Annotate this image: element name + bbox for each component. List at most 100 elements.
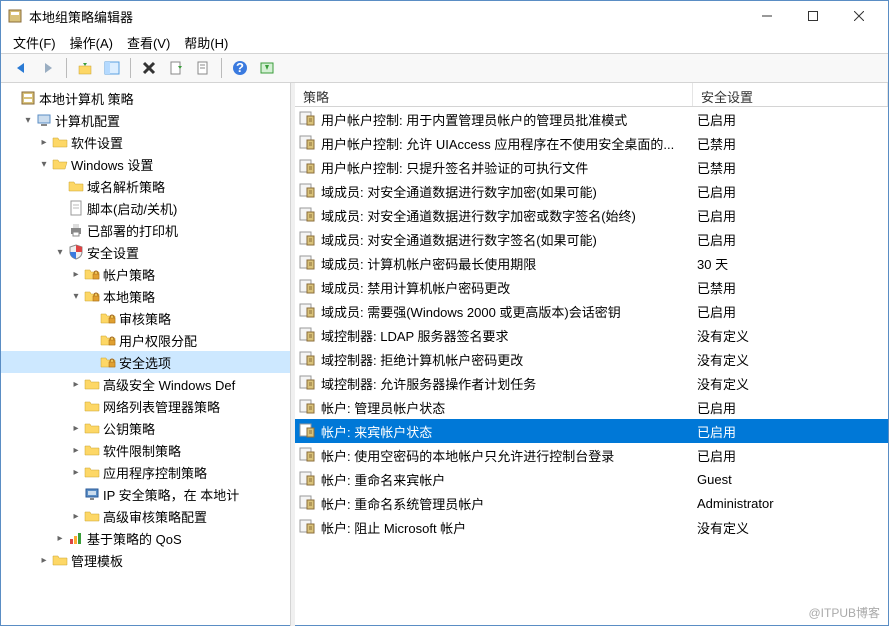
- tree-audit-policy[interactable]: 审核策略: [1, 307, 290, 329]
- show-hide-tree-button[interactable]: [100, 56, 124, 80]
- tree-caret-icon[interactable]: ▾: [21, 115, 35, 126]
- policy-row[interactable]: 域成员: 计算机帐户密码最长使用期限30 天: [295, 251, 888, 275]
- tree-root[interactable]: 本地计算机 策略: [1, 87, 290, 109]
- tree-caret-icon[interactable]: ▸: [69, 379, 83, 390]
- policy-value: 已禁用: [691, 158, 888, 177]
- tree-adv-firewall[interactable]: ▸高级安全 Windows Def: [1, 373, 290, 395]
- tree-software-settings[interactable]: ▸软件设置: [1, 131, 290, 153]
- tree-public-key[interactable]: ▸公钥策略: [1, 417, 290, 439]
- policy-name: 域控制器: 允许服务器操作者计划任务: [321, 374, 691, 393]
- maximize-button[interactable]: [790, 1, 836, 31]
- tree-software-restrict[interactable]: ▸软件限制策略: [1, 439, 290, 461]
- policy-row[interactable]: 域控制器: 允许服务器操作者计划任务没有定义: [295, 371, 888, 395]
- window-buttons: [744, 1, 882, 31]
- tree-caret-icon[interactable]: ▸: [37, 555, 51, 566]
- back-button[interactable]: [9, 56, 33, 80]
- policy-row[interactable]: 域成员: 对安全通道数据进行数字加密或数字签名(始终)已启用: [295, 203, 888, 227]
- menu-help[interactable]: 帮助(H): [184, 33, 228, 52]
- policy-name: 域成员: 禁用计算机帐户密码更改: [321, 278, 691, 297]
- policy-row[interactable]: 帐户: 重命名系统管理员帐户Administrator: [295, 491, 888, 515]
- policy-item-icon: [299, 326, 317, 344]
- tree-user-rights[interactable]: 用户权限分配: [1, 329, 290, 351]
- tree-node-icon: [19, 89, 37, 107]
- policy-value: 没有定义: [691, 326, 888, 345]
- policy-row[interactable]: 帐户: 阻止 Microsoft 帐户没有定义: [295, 515, 888, 539]
- policy-value: 已启用: [691, 182, 888, 201]
- policy-item-icon: [299, 518, 317, 536]
- policy-row[interactable]: 域控制器: LDAP 服务器签名要求没有定义: [295, 323, 888, 347]
- col-setting[interactable]: 安全设置: [693, 83, 888, 106]
- menu-action[interactable]: 操作(A): [70, 33, 113, 52]
- col-policy[interactable]: 策略: [295, 83, 693, 106]
- tree-account-policy[interactable]: ▸帐户策略: [1, 263, 290, 285]
- tree-node-icon: [51, 551, 69, 569]
- policy-name: 帐户: 阻止 Microsoft 帐户: [321, 518, 691, 537]
- tree-adv-audit[interactable]: ▸ 高级审核策略配置: [1, 505, 290, 527]
- policy-row[interactable]: 域成员: 禁用计算机帐户密码更改已禁用: [295, 275, 888, 299]
- tree-node-label: 安全设置: [87, 243, 139, 262]
- properties-button[interactable]: [191, 56, 215, 80]
- policy-row[interactable]: 帐户: 来宾帐户状态已启用: [295, 419, 888, 443]
- policy-value: 已禁用: [691, 278, 888, 297]
- forward-button[interactable]: [36, 56, 60, 80]
- filter-button[interactable]: [255, 56, 279, 80]
- policy-row[interactable]: 域成员: 需要强(Windows 2000 或更高版本)会话密钥已启用: [295, 299, 888, 323]
- up-button[interactable]: [73, 56, 97, 80]
- tree-node-icon: [67, 221, 85, 239]
- tree-windows-settings[interactable]: ▾Windows 设置: [1, 153, 290, 175]
- tree-ipsec[interactable]: IP 安全策略，在 本地计: [1, 483, 290, 505]
- tree-network-list[interactable]: 网络列表管理器策略: [1, 395, 290, 417]
- policy-row[interactable]: 域控制器: 拒绝计算机帐户密码更改没有定义: [295, 347, 888, 371]
- policy-name: 域成员: 计算机帐户密码最长使用期限: [321, 254, 691, 273]
- policy-item-icon: [299, 350, 317, 368]
- policy-name: 域成员: 对安全通道数据进行数字加密或数字签名(始终): [321, 206, 691, 225]
- tree-node-icon: [83, 463, 101, 481]
- list-pane[interactable]: 策略 安全设置 用户帐户控制: 用于内置管理员帐户的管理员批准模式已启用用户帐户…: [295, 83, 888, 626]
- policy-row[interactable]: 用户帐户控制: 允许 UIAccess 应用程序在不使用安全桌面的...已禁用: [295, 131, 888, 155]
- tree-caret-icon[interactable]: ▸: [69, 511, 83, 522]
- tree-scripts[interactable]: 脚本(启动/关机): [1, 197, 290, 219]
- tree-caret-icon[interactable]: ▸: [37, 137, 51, 148]
- tree-caret-icon[interactable]: ▸: [53, 533, 67, 544]
- tree-printers[interactable]: 已部署的打印机: [1, 219, 290, 241]
- policy-row[interactable]: 用户帐户控制: 用于内置管理员帐户的管理员批准模式已启用: [295, 107, 888, 131]
- tree-qos[interactable]: ▸ 基于策略的 QoS: [1, 527, 290, 549]
- policy-row[interactable]: 帐户: 管理员帐户状态已启用: [295, 395, 888, 419]
- tree-node-label: 高级审核策略配置: [103, 507, 207, 526]
- tree-pane[interactable]: 本地计算机 策略▾计算机配置▸软件设置▾Windows 设置域名解析策略脚本(启…: [1, 83, 291, 626]
- tree-node-icon: [83, 397, 101, 415]
- tree-caret-icon[interactable]: ▾: [37, 159, 51, 170]
- tree-node-label: 已部署的打印机: [87, 221, 178, 240]
- tree-caret-icon[interactable]: ▾: [69, 291, 83, 302]
- policy-row[interactable]: 用户帐户控制: 只提升签名并验证的可执行文件已禁用: [295, 155, 888, 179]
- tree-node-icon: [83, 441, 101, 459]
- policy-row[interactable]: 域成员: 对安全通道数据进行数字加密(如果可能)已启用: [295, 179, 888, 203]
- policy-value: Administrator: [691, 496, 888, 511]
- tree-caret-icon[interactable]: ▸: [69, 467, 83, 478]
- tree-caret-icon[interactable]: ▸: [69, 445, 83, 456]
- delete-button[interactable]: [137, 56, 161, 80]
- tree-admin-templates[interactable]: ▸管理模板: [1, 549, 290, 571]
- menu-view[interactable]: 查看(V): [127, 33, 170, 52]
- menu-file[interactable]: 文件(F): [13, 33, 56, 52]
- export-button[interactable]: [164, 56, 188, 80]
- help-button[interactable]: ?: [228, 56, 252, 80]
- policy-row[interactable]: 帐户: 使用空密码的本地帐户只允许进行控制台登录已启用: [295, 443, 888, 467]
- title-bar: 本地组策略编辑器: [1, 1, 888, 31]
- tree-app-control[interactable]: ▸应用程序控制策略: [1, 461, 290, 483]
- policy-row[interactable]: 帐户: 重命名来宾帐户Guest: [295, 467, 888, 491]
- policy-row[interactable]: 域成员: 对安全通道数据进行数字签名(如果可能)已启用: [295, 227, 888, 251]
- tree-node-label: 基于策略的 QoS: [87, 529, 182, 548]
- tree-name-resolution[interactable]: 域名解析策略: [1, 175, 290, 197]
- tree-caret-icon[interactable]: ▸: [69, 269, 83, 280]
- tree-caret-icon[interactable]: ▾: [53, 247, 67, 258]
- toolbar-separator: [130, 58, 131, 78]
- tree-security-options[interactable]: 安全选项: [1, 351, 290, 373]
- tree-local-policy[interactable]: ▾本地策略: [1, 285, 290, 307]
- minimize-button[interactable]: [744, 1, 790, 31]
- tree-computer-config[interactable]: ▾计算机配置: [1, 109, 290, 131]
- tree-caret-icon[interactable]: ▸: [69, 423, 83, 434]
- close-button[interactable]: [836, 1, 882, 31]
- policy-name: 域控制器: 拒绝计算机帐户密码更改: [321, 350, 691, 369]
- tree-security-settings[interactable]: ▾ 安全设置: [1, 241, 290, 263]
